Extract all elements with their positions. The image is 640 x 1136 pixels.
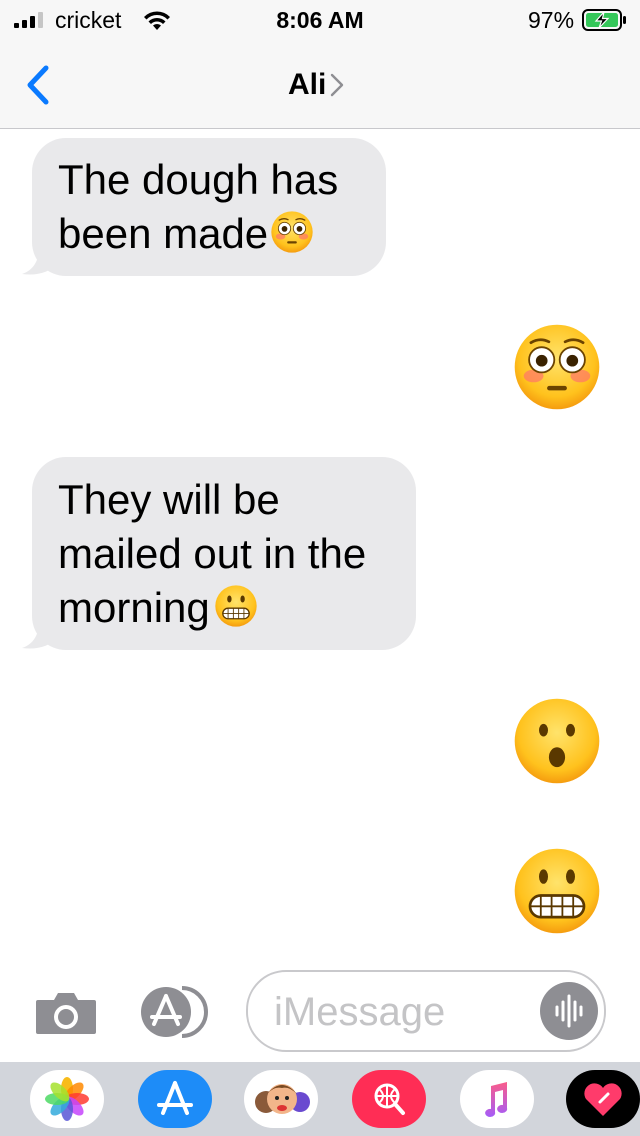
hushed-face-emoji[interactable] [512, 696, 602, 786]
web-images-search-icon[interactable] [352, 1070, 426, 1128]
camera-icon[interactable] [34, 990, 98, 1036]
imessage-placeholder: iMessage [274, 990, 446, 1034]
grimacing-face-emoji [214, 584, 258, 628]
flushed-face-emoji [270, 210, 314, 254]
wifi-icon [144, 11, 170, 30]
digital-touch-icon[interactable] [566, 1070, 640, 1128]
audio-message-button[interactable] [540, 982, 598, 1040]
imessage-input[interactable]: iMessage [246, 970, 606, 1052]
contact-name: Ali [288, 68, 327, 101]
music-app-icon[interactable] [460, 1070, 534, 1128]
photos-app-icon[interactable] [30, 1070, 104, 1128]
waveform-icon [555, 994, 583, 1028]
incoming-message-bubble[interactable]: They will be mailed out in the morning [32, 457, 416, 650]
app-drawer [0, 1062, 640, 1136]
incoming-message-bubble[interactable]: The dough has been made [32, 138, 386, 276]
carrier-name: cricket [55, 7, 122, 33]
memoji-stickers-icon[interactable] [244, 1070, 318, 1128]
flushed-face-emoji[interactable] [512, 322, 602, 412]
conversation-header: Ali [0, 40, 640, 129]
app-store-button-icon[interactable] [140, 986, 212, 1038]
message-text: They will be mailed out in the morning [58, 476, 367, 631]
chevron-right-icon [331, 73, 344, 97]
status-bar: cricket 8:06 AM 97% [0, 0, 640, 40]
battery-percentage: 97% [528, 7, 575, 33]
app-store-icon[interactable] [138, 1070, 212, 1128]
grimacing-face-emoji[interactable] [512, 846, 602, 936]
contact-details-button[interactable]: Ali [288, 68, 344, 102]
battery-charging-icon [582, 9, 626, 31]
cellular-signal-icon [14, 12, 43, 28]
back-chevron-icon[interactable] [20, 60, 60, 110]
